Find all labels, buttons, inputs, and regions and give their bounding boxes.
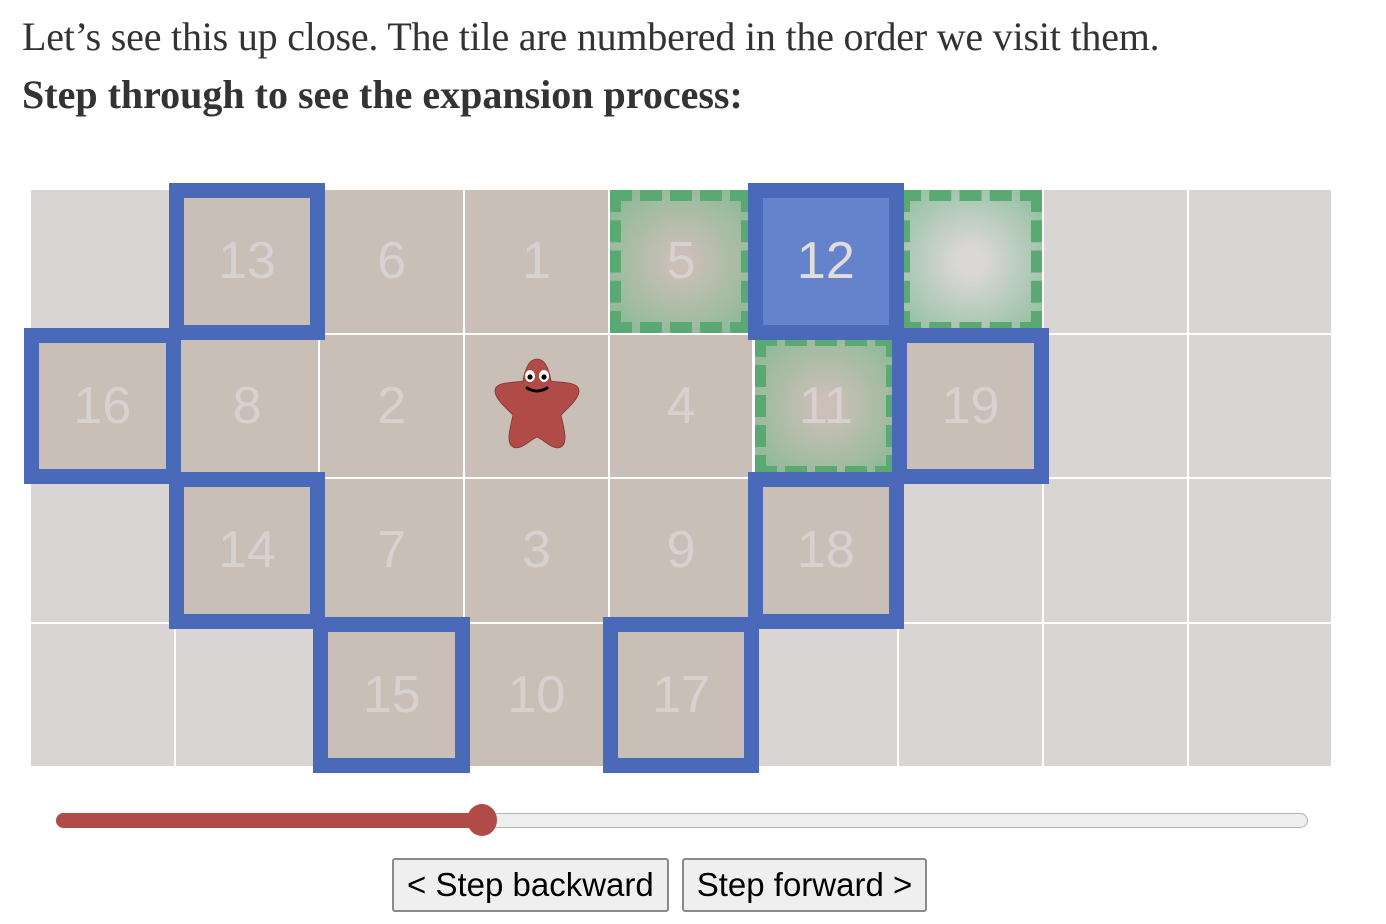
tile-number: 1 — [521, 232, 551, 291]
grid-tile — [1188, 479, 1332, 622]
tile-number: 6 — [377, 232, 407, 291]
grid-tile: 5 — [609, 190, 753, 333]
grid-tile — [1043, 479, 1187, 622]
grid-tile — [1188, 190, 1332, 333]
grid-tile: 10 — [465, 623, 608, 766]
grid-tile: 15 — [320, 623, 464, 766]
grid-tile — [175, 623, 319, 766]
grid-tile — [31, 190, 174, 333]
tile-number: 12 — [796, 232, 855, 291]
grid-tile: 8 — [175, 334, 319, 477]
grid-tile: 11 — [754, 334, 898, 477]
grid-tile: 12 — [754, 190, 898, 333]
grid-tile — [1043, 623, 1187, 766]
grid-tile: 14 — [175, 479, 319, 622]
tile-number: 2 — [377, 376, 407, 435]
star-blob-character-icon — [494, 358, 580, 448]
tile-grid: 13 6 1 5 12 16 8 2 4 11 19 14 7 3 9 18 15 10 17 — [0, 0, 1386, 924]
tile-number: 7 — [377, 521, 407, 580]
grid-tile — [754, 623, 898, 766]
tile-number: 16 — [73, 376, 132, 435]
tile-number: 5 — [666, 232, 696, 291]
tile-number: 3 — [521, 521, 551, 580]
slider-thumb[interactable] — [466, 804, 497, 836]
grid-tile — [1043, 334, 1187, 477]
tile-number: 19 — [941, 376, 1000, 435]
grid-tile: 19 — [899, 334, 1042, 477]
step-forward-button[interactable]: Step forward > — [681, 858, 928, 912]
grid-tile: 9 — [609, 479, 753, 622]
grid-tile: 13 — [175, 190, 319, 333]
tile-number: 10 — [507, 665, 566, 724]
grid-tile — [899, 623, 1042, 766]
grid-tile — [1043, 190, 1187, 333]
tile-number: 11 — [798, 376, 853, 435]
step-backward-button[interactable]: < Step backward — [392, 858, 669, 912]
grid-tile — [1188, 334, 1332, 477]
grid-tile: 7 — [320, 479, 464, 622]
tile-number: 14 — [218, 521, 276, 580]
step-controls: < Step backward Step forward > — [392, 858, 928, 912]
grid-tile: 6 — [320, 190, 464, 333]
grid-tile: 18 — [754, 479, 898, 622]
grid-tile: 2 — [320, 334, 464, 477]
grid-tile: 3 — [465, 479, 608, 622]
grid-tile: 4 — [609, 334, 753, 477]
tile-number: 17 — [652, 665, 711, 724]
grid-tile — [899, 479, 1042, 622]
grid-tile — [31, 479, 174, 622]
grid-tile: 1 — [465, 190, 608, 333]
slider-fill — [56, 813, 482, 828]
grid-tile — [31, 623, 174, 766]
tile-number: 18 — [796, 521, 855, 580]
grid-tile: 16 — [31, 334, 174, 477]
grid-tile — [899, 190, 1042, 333]
grid-tile — [1188, 623, 1332, 766]
tile-number: 15 — [362, 665, 421, 724]
tile-number: 8 — [232, 376, 262, 435]
step-slider[interactable] — [56, 804, 1308, 836]
tile-number: 4 — [666, 376, 696, 435]
tile-number: 9 — [666, 521, 696, 580]
tile-number: 13 — [218, 232, 276, 291]
grid-tile: 17 — [609, 623, 753, 766]
